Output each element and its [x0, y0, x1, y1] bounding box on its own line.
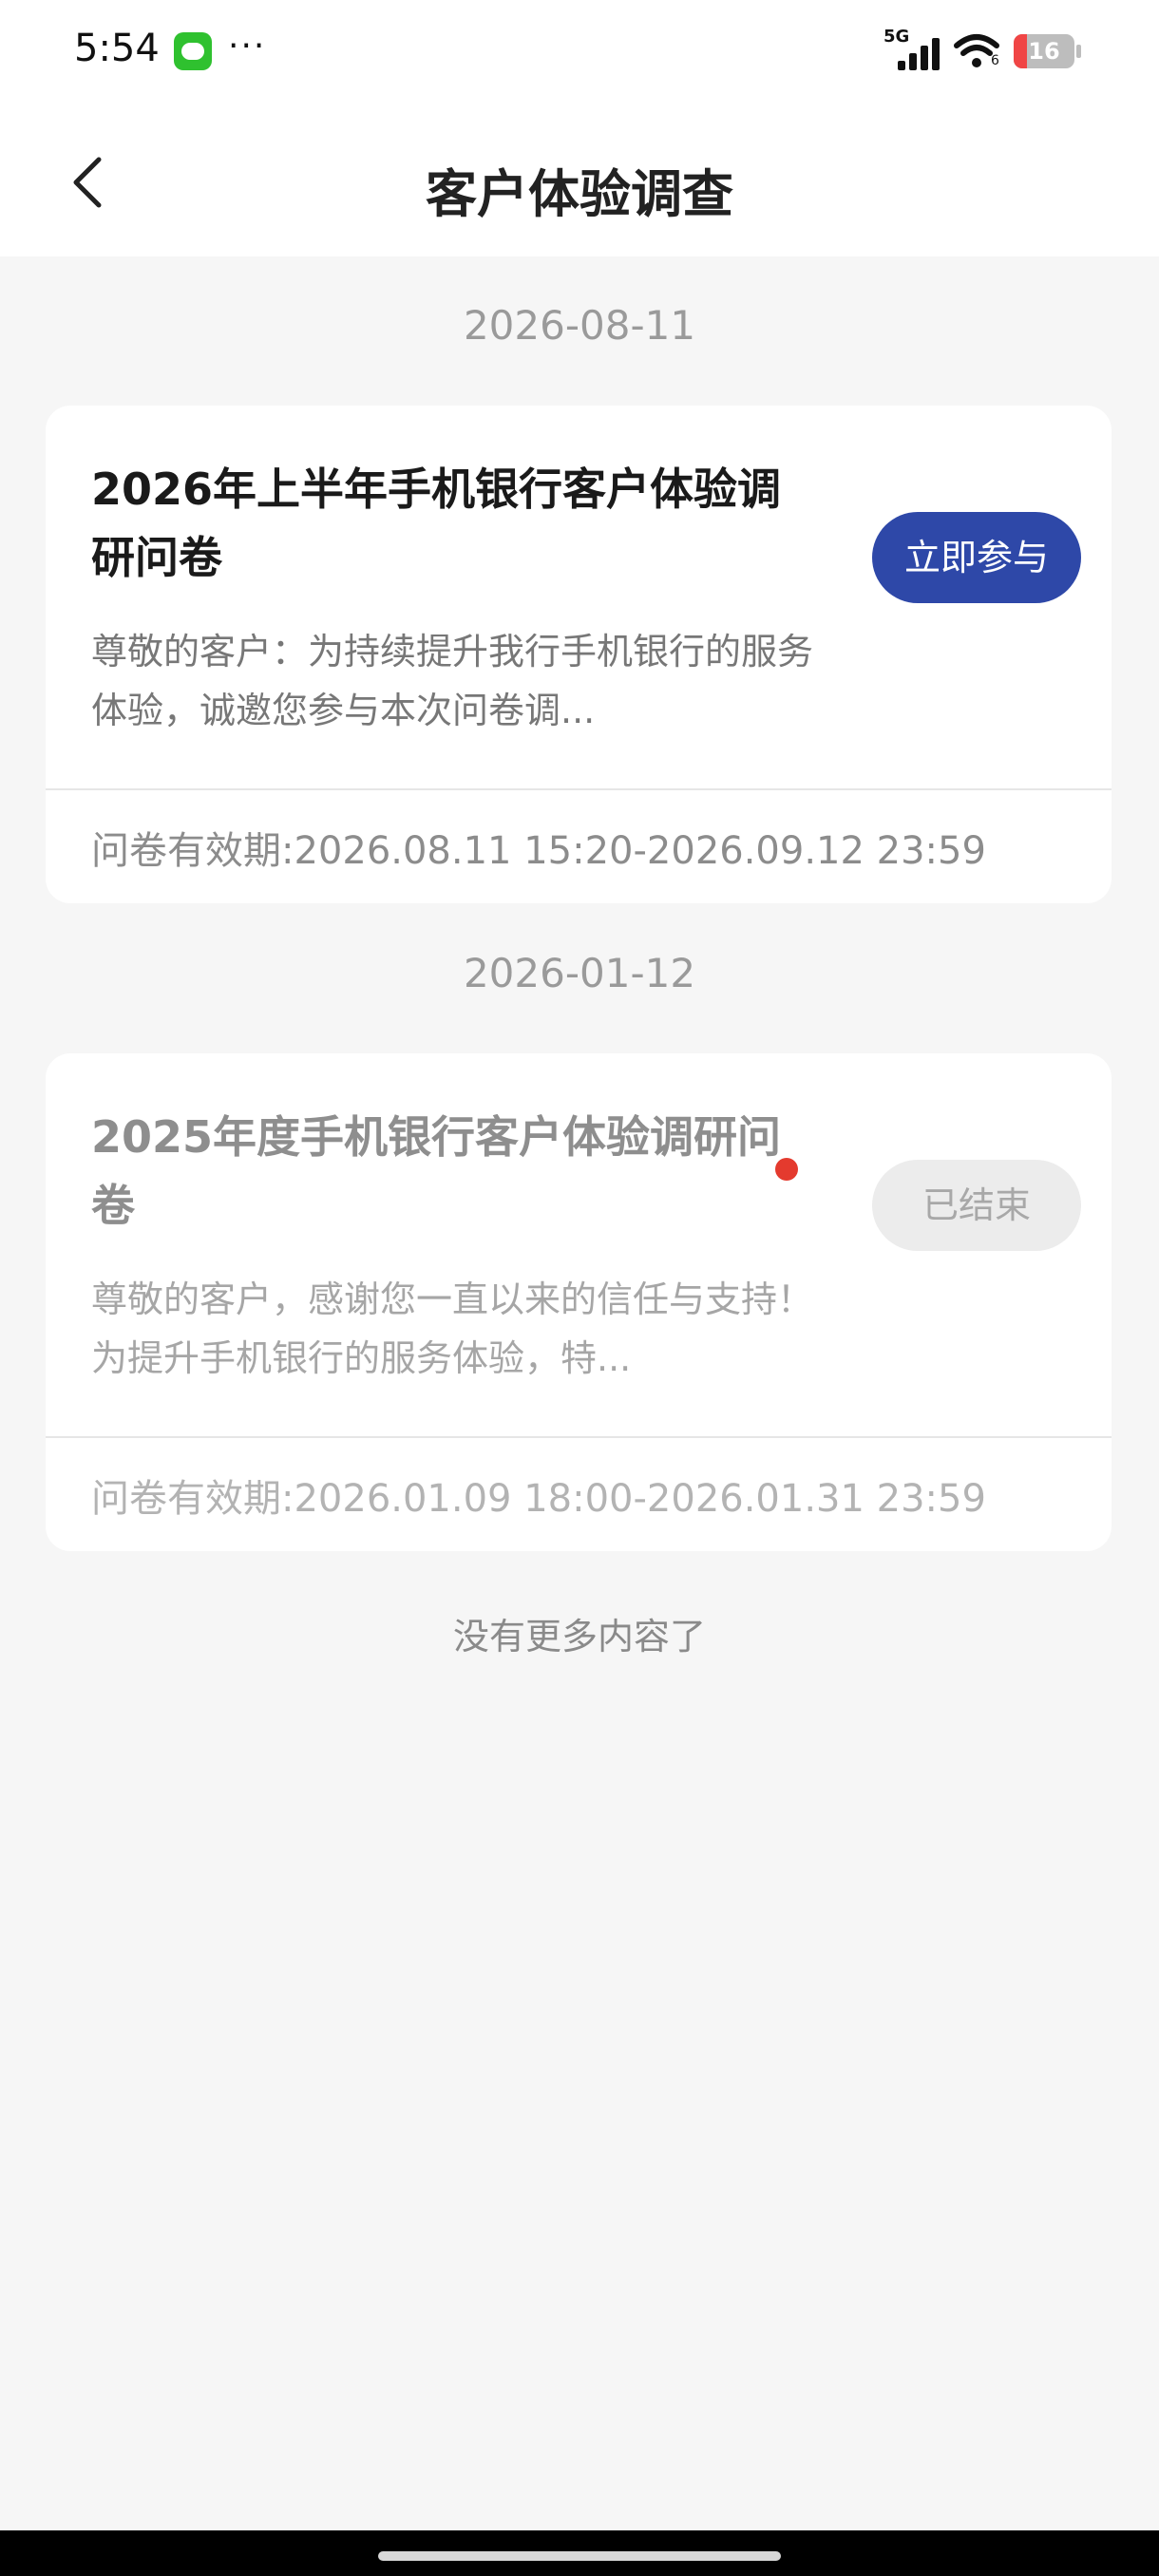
- survey-description: 尊敬的客户：为持续提升我行手机银行的服务体验，诚邀您参与本次问卷调...: [91, 631, 814, 731]
- ended-status-button: 已结束: [872, 1160, 1081, 1251]
- nav-bar: 客户体验调查: [0, 104, 1159, 256]
- no-more-content-label: 没有更多内容了: [452, 1616, 706, 1657]
- status-time: 5:54: [74, 27, 160, 70]
- survey-validity-period: 问卷有效期:2026.08.11 15:20-2026.09.12 23:59: [91, 829, 986, 873]
- survey-title: 2025年度手机银行客户体验调研问卷: [91, 1111, 782, 1231]
- battery-level: 16: [1028, 38, 1060, 65]
- status-bar: 5:54 ··· 5G 6 16: [0, 0, 1159, 104]
- participate-button[interactable]: 立即参与: [872, 512, 1081, 603]
- page-title: 客户体验调查: [426, 164, 733, 224]
- divider: [46, 1436, 1112, 1438]
- survey-validity-period: 问卷有效期:2026.01.09 18:00-2026.01.31 23:59: [91, 1477, 986, 1521]
- battery-icon: 16: [1014, 34, 1074, 68]
- cell-signal-icon: [898, 36, 943, 70]
- wifi-standard-label: 6: [991, 53, 999, 68]
- message-app-icon: [174, 32, 212, 70]
- unread-dot-icon: [775, 1158, 798, 1181]
- survey-card[interactable]: 2025年度手机银行客户体验调研问卷 尊敬的客户，感谢您一直以来的信任与支持！为…: [46, 1053, 1112, 1551]
- battery-tip: [1076, 45, 1081, 58]
- survey-description: 尊敬的客户，感谢您一直以来的信任与支持！为提升手机银行的服务体验，特...: [91, 1279, 814, 1379]
- date-label: 2026-08-11: [463, 302, 696, 349]
- home-indicator[interactable]: [378, 2551, 781, 2561]
- survey-card[interactable]: 2026年上半年手机银行客户体验调研问卷 尊敬的客户：为持续提升我行手机银行的服…: [46, 406, 1112, 903]
- survey-title: 2026年上半年手机银行客户体验调研问卷: [91, 464, 782, 583]
- more-notifications-icon: ···: [228, 27, 267, 66]
- date-label: 2026-01-12: [463, 950, 696, 996]
- divider: [46, 788, 1112, 790]
